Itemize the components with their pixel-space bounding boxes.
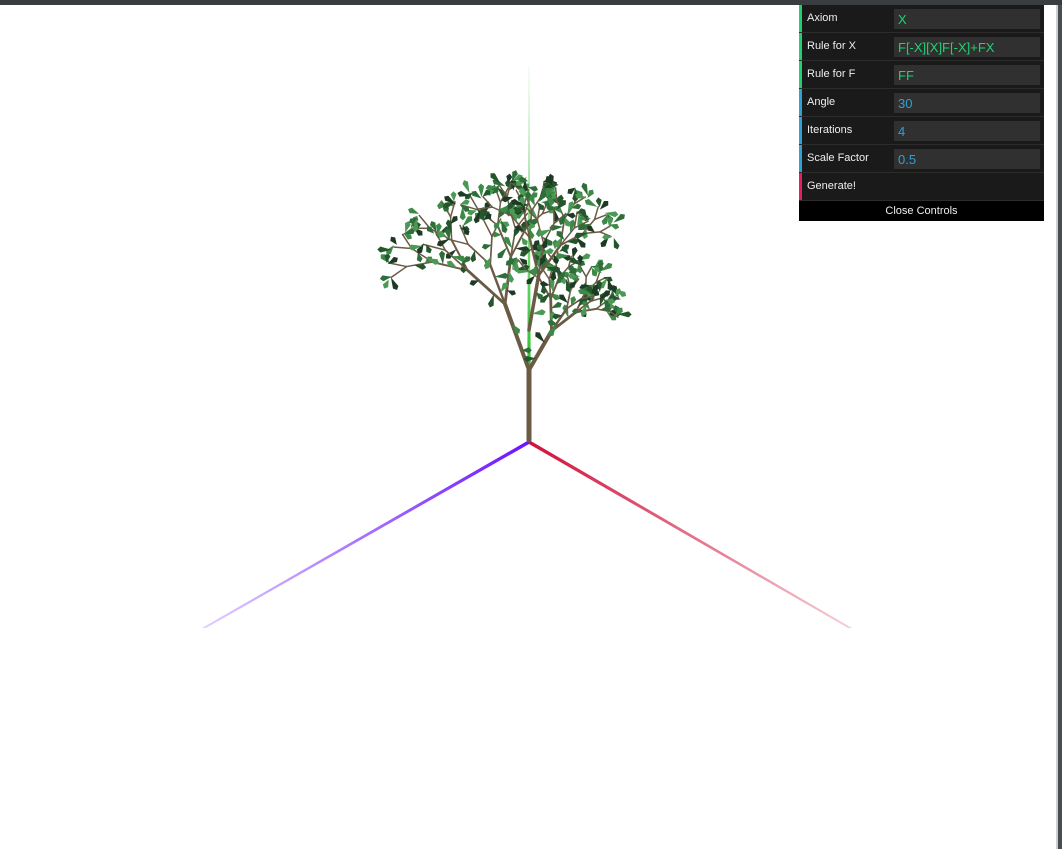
rule-f-input[interactable] xyxy=(894,65,1040,85)
tree-leaf xyxy=(550,301,562,309)
angle-label: Angle xyxy=(807,96,836,108)
tree-leaf xyxy=(559,294,568,303)
axis-z-line xyxy=(202,440,529,628)
axiom-label: Axiom xyxy=(807,12,838,24)
string-accent-bar xyxy=(799,61,802,88)
tree-branch xyxy=(390,265,408,279)
tree-branch xyxy=(418,214,431,230)
tree-branch xyxy=(585,266,593,278)
tree-leaf xyxy=(497,247,507,259)
scale-factor-input[interactable] xyxy=(894,149,1040,169)
tree-branch xyxy=(476,206,494,210)
number-accent-bar xyxy=(799,145,802,172)
generate-button[interactable]: Generate! xyxy=(799,173,1044,201)
tree-leaf xyxy=(379,275,392,282)
iterations-label: Iterations xyxy=(807,124,853,136)
tree-leaf xyxy=(481,243,492,250)
rule-x-label: Rule for X xyxy=(807,40,856,52)
tree-leaf xyxy=(457,190,470,197)
tree-branch xyxy=(481,217,493,238)
tree-branch xyxy=(388,262,408,268)
number-accent-bar xyxy=(799,89,802,116)
tree-leaf xyxy=(487,294,494,308)
tree-branch xyxy=(573,211,578,229)
tree-leaf xyxy=(390,277,399,290)
tree-leaf xyxy=(439,250,445,265)
rule-f-label: Rule for F xyxy=(807,68,856,80)
tree-leaf xyxy=(609,223,620,230)
axiom-input[interactable] xyxy=(894,9,1040,29)
tree-branch xyxy=(599,224,612,233)
scrollbar-edge xyxy=(1056,5,1062,849)
string-accent-bar xyxy=(799,33,802,60)
tree-leaf xyxy=(462,180,470,193)
tree-leaf xyxy=(587,225,595,233)
axis-helper xyxy=(202,66,852,628)
tree-leaf xyxy=(482,189,491,197)
lsystem-tree xyxy=(377,170,632,443)
iterations-input[interactable] xyxy=(894,121,1040,141)
tree-leaf xyxy=(595,197,602,208)
tree-leaf xyxy=(571,246,578,259)
tree-leaf xyxy=(508,271,515,283)
tree-leaf xyxy=(535,332,545,343)
tree-leaf xyxy=(613,238,620,250)
tree-branch xyxy=(489,235,493,266)
tree-leaf xyxy=(390,236,397,245)
tree-leaf xyxy=(506,290,516,296)
function-accent-bar xyxy=(799,173,802,200)
tree-leaf xyxy=(470,250,476,263)
tree-branch xyxy=(446,238,469,246)
tree-leaf xyxy=(408,207,420,214)
generate-label: Generate! xyxy=(807,180,856,192)
string-accent-bar xyxy=(799,5,802,32)
rule-x-input[interactable] xyxy=(894,37,1040,57)
tree-leaf xyxy=(437,199,443,210)
tree-leaf xyxy=(450,216,458,224)
tree-leaf xyxy=(416,243,424,254)
tree-leaf xyxy=(494,272,509,279)
angle-row: Angle xyxy=(799,89,1044,117)
axiom-row: Axiom xyxy=(799,5,1044,33)
close-controls-button[interactable]: Close Controls xyxy=(799,201,1044,221)
angle-input[interactable] xyxy=(894,93,1040,113)
rule-f-row: Rule for F xyxy=(799,61,1044,89)
number-accent-bar xyxy=(799,117,802,144)
iterations-row: Iterations xyxy=(799,117,1044,145)
controls-panel: Axiom Rule for X Rule for F Angle Iterat… xyxy=(799,5,1044,221)
tree-leaf xyxy=(469,280,479,286)
scale-factor-row: Scale Factor xyxy=(799,145,1044,173)
tree-leaf xyxy=(483,256,491,270)
tree-leaf xyxy=(599,200,609,210)
tree-leaf xyxy=(460,199,470,205)
tree-leaf xyxy=(521,236,528,246)
tree-leaf xyxy=(587,189,594,199)
tree-leaf xyxy=(537,202,545,211)
scale-factor-label: Scale Factor xyxy=(807,152,869,164)
axis-x-line xyxy=(529,440,852,628)
tree-leaf xyxy=(584,199,598,207)
tree-leaf xyxy=(384,253,391,264)
rule-x-row: Rule for X xyxy=(799,33,1044,61)
